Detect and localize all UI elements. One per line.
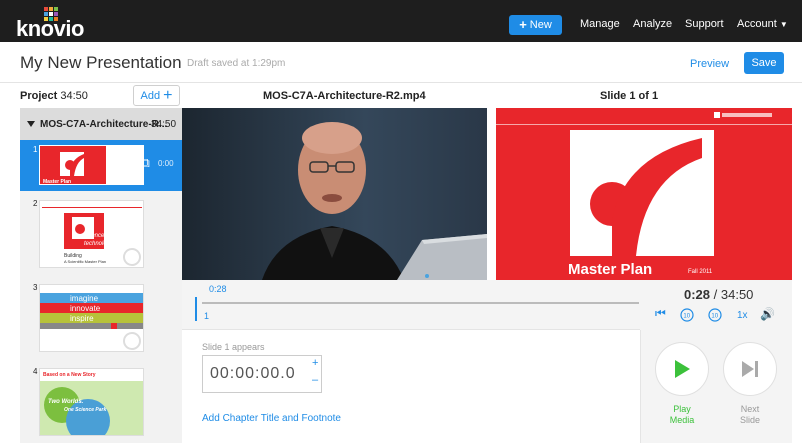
right-gutter [792, 108, 802, 443]
playback-controls: 0:28 / 34:50 ⏮ 10 10 1x 🔊 [640, 280, 792, 330]
forward-10-icon[interactable]: 10 [707, 307, 723, 326]
add-button[interactable]: Add + [133, 85, 180, 106]
svg-text:Fall 2011: Fall 2011 [688, 269, 713, 275]
timeline-track[interactable] [202, 302, 639, 304]
nav-account[interactable]: Account ▼ [737, 18, 788, 30]
new-button[interactable]: + New [509, 15, 562, 35]
imagine-innovate-thumb: imagine innovate inspire [40, 285, 143, 351]
caret-down-icon: ▼ [779, 20, 788, 29]
svg-text:One Science Park: One Science Park [64, 407, 106, 413]
next-slide-label: Next Slide [739, 404, 760, 425]
timeline-playhead[interactable] [194, 297, 197, 321]
play-media-button[interactable] [655, 342, 709, 396]
timeline-slide-marker[interactable]: 1 [204, 311, 209, 321]
new-button-label: New [529, 19, 552, 31]
chapter-duration: 34:50 [151, 119, 177, 130]
title-bar: My New Presentation Draft saved at 1:29p… [0, 42, 802, 82]
current-time: 0:28 [684, 287, 711, 302]
svg-text:10: 10 [711, 314, 718, 320]
plus-icon: + [519, 17, 527, 32]
timeline-marker-time: 0:28 [209, 284, 227, 294]
nav-account-label: Account [737, 18, 777, 30]
slide-thumbnail[interactable]: science technology Building A Scientific… [39, 200, 144, 268]
chapter-row[interactable]: MOS-C7A-Architecture-R... 34:50 [20, 108, 182, 140]
svg-text:science: science [84, 233, 105, 239]
timecode-increment[interactable]: + [312, 357, 318, 369]
rewind-10-icon[interactable]: 10 [679, 307, 695, 326]
preview-stage: Master Plan Fall 2011 [182, 108, 792, 280]
svg-text:10: 10 [683, 314, 690, 320]
slide-timing-editor: Slide 1 appears + – Add Chapter Title an… [182, 330, 640, 443]
play-area: Play Media Next Slide [640, 330, 792, 443]
project-label: Project [20, 90, 58, 102]
slide-item[interactable]: 4 Based on a New Story Two Worlds. One S… [20, 362, 182, 442]
preview-link[interactable]: Preview [690, 58, 729, 70]
project-duration-value: 34:50 [60, 90, 88, 102]
chapter-name: MOS-C7A-Architecture-R... [40, 119, 168, 130]
presentation-title[interactable]: My New Presentation [20, 53, 182, 73]
slide-item[interactable]: 3 imagine innovate inspire [20, 278, 182, 358]
slide-number: 2 [33, 199, 38, 208]
add-chapter-link[interactable]: Add Chapter Title and Footnote [202, 413, 341, 424]
slide-item[interactable]: 1 Master Plan 🗑 ⧉ 0:00 [20, 140, 182, 191]
slide-sidebar[interactable]: MOS-C7A-Architecture-R... 34:50 1 Master… [20, 108, 182, 443]
svg-text:Master Plan: Master Plan [568, 261, 652, 278]
play-icon [675, 360, 690, 378]
slide-count: Slide 1 of 1 [600, 90, 659, 102]
svg-text:innovate: innovate [70, 304, 101, 313]
skip-to-start-icon[interactable]: ⏮ [655, 306, 666, 321]
plus-icon: + [163, 86, 173, 104]
trash-icon[interactable]: 🗑 [116, 155, 133, 171]
media-filename: MOS-C7A-Architecture-R2.mp4 [263, 90, 426, 102]
add-button-label: Add [140, 89, 161, 102]
svg-text:technology: technology [84, 241, 114, 247]
volume-icon[interactable]: 🔊 [760, 307, 775, 321]
slide-number: 3 [33, 283, 38, 292]
link-icon[interactable]: ⧉ [141, 155, 150, 171]
slide-thumbnail[interactable]: imagine innovate inspire [39, 284, 144, 352]
two-worlds-thumb: Based on a New Story Two Worlds. One Sci… [40, 369, 143, 435]
nav-manage[interactable]: Manage [580, 18, 620, 30]
slide-number: 4 [33, 367, 38, 376]
save-button[interactable]: Save [744, 52, 784, 74]
slide-appears-label: Slide 1 appears [202, 342, 265, 352]
slide-timecode-input[interactable] [202, 355, 322, 393]
slide-time: 0:00 [158, 159, 174, 168]
play-media-label: Play Media [669, 404, 695, 425]
slide-preview: Master Plan Fall 2011 [496, 108, 792, 280]
nav-support[interactable]: Support [685, 18, 724, 30]
triangle-down-icon[interactable] [27, 121, 35, 127]
svg-text:A Scientific Master Plan: A Scientific Master Plan [64, 259, 106, 264]
logo-text: knovio [16, 16, 84, 41]
nav-analyze[interactable]: Analyze [633, 18, 672, 30]
playback-speed[interactable]: 1x [737, 310, 748, 321]
next-icon [742, 361, 758, 377]
playback-timecode: 0:28 / 34:50 [684, 287, 753, 302]
timecode-decrement[interactable]: – [312, 374, 318, 386]
knovio-logo[interactable]: knovio [16, 7, 84, 41]
slide-thumbnail[interactable]: Based on a New Story Two Worlds. One Sci… [39, 368, 144, 436]
master-plan-thumb: Master Plan [40, 146, 106, 185]
project-duration: Project 34:50 [20, 90, 88, 102]
next-slide-button[interactable] [723, 342, 777, 396]
science-technology-thumb: science technology Building A Scientific… [40, 201, 143, 267]
master-plan-slide: Master Plan Fall 2011 [496, 108, 792, 280]
total-time: / 34:50 [713, 287, 754, 302]
slide-number: 1 [33, 145, 38, 154]
slide-item[interactable]: 2 science technology Building A Scientif… [20, 194, 182, 274]
svg-text:inspire: inspire [70, 314, 94, 323]
svg-text:imagine: imagine [70, 294, 99, 303]
draft-status: Draft saved at 1:29pm [187, 58, 286, 69]
video-player[interactable] [182, 108, 487, 280]
top-nav: knovio + New Manage Analyze Support Acco… [0, 0, 802, 42]
svg-text:Two Worlds.: Two Worlds. [48, 399, 84, 405]
slide-actions: 🗑 ⧉ [116, 155, 150, 171]
svg-text:Based on a New Story: Based on a New Story [43, 372, 96, 378]
workspace-header: Project 34:50 Add + MOS-C7A-Architecture… [0, 82, 802, 108]
svg-text:Master Plan: Master Plan [43, 179, 71, 185]
speaker-video-frame [182, 108, 487, 280]
